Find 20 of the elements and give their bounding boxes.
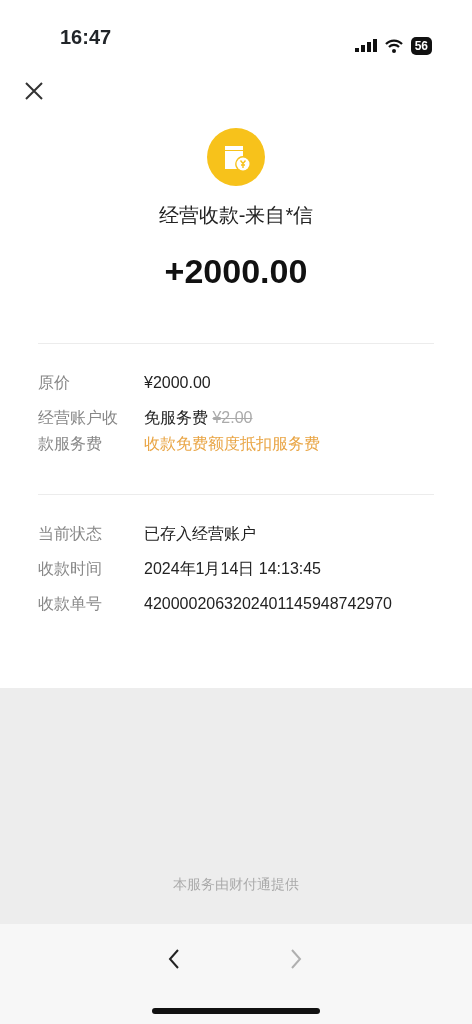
fee-note: 收款免费额度抵扣服务费	[144, 434, 320, 454]
status-time: 16:47	[60, 25, 112, 50]
field-value: 已存入经营账户	[144, 525, 256, 542]
signal-icon	[354, 39, 377, 53]
field-value: 2024年1月14日 14:13:45	[144, 560, 321, 577]
field-label: 原价	[38, 373, 71, 393]
payment-title: 经营收款-来自*信	[157, 203, 315, 228]
wifi-icon	[384, 39, 403, 53]
provider-note: 本服务由财付通提供	[172, 875, 300, 894]
battery-level: 56	[410, 37, 432, 55]
field-label: 收款单号	[38, 594, 103, 614]
field-value: 4200002063202401145948742970	[144, 595, 392, 612]
field-label: 收款时间	[38, 559, 103, 579]
field-value: 免服务费	[144, 409, 208, 426]
field-label: 经营账户收款服务费	[38, 408, 119, 454]
payment-amount: +2000.00	[163, 251, 309, 292]
shop-icon	[207, 128, 265, 186]
original-fee: ¥2.00	[212, 409, 253, 426]
field-label: 当前状态	[38, 524, 103, 544]
field-value: ¥2000.00	[144, 374, 211, 391]
